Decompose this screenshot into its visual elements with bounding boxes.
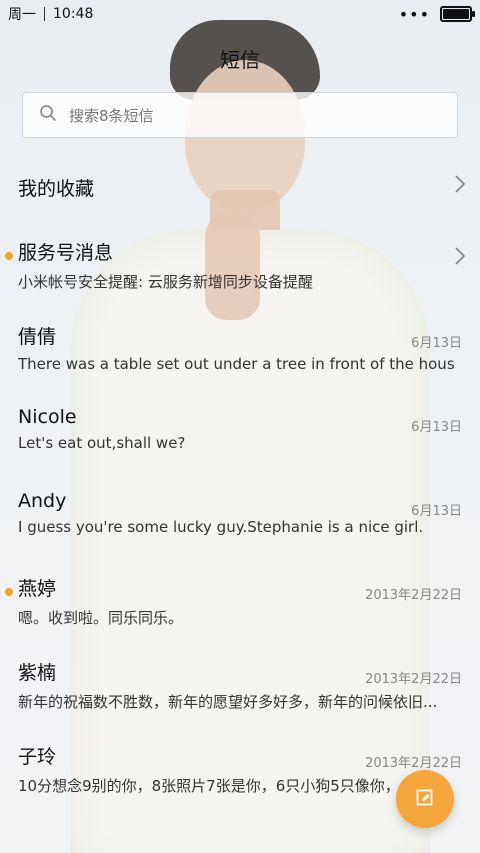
conversation-list: 我的收藏 服务号消息 小米帐号安全提醒: 云服务新增同步设备提醒 倩倩 Ther…	[0, 150, 480, 808]
list-item[interactable]: 紫楠 新年的祝福数不胜数，新年的愿望好多好多，新年的问候依旧... 2013年2…	[0, 640, 480, 724]
favorites-label: 我的收藏	[18, 178, 95, 200]
list-item[interactable]: Andy I guess you're some lucky guy.Steph…	[0, 472, 480, 556]
conversation-preview: There was a table set out under a tree i…	[18, 355, 455, 373]
conversation-date: 6月13日	[411, 336, 462, 351]
conversation-preview: 嗯。收到啦。同乐同乐。	[18, 609, 184, 627]
status-left: 周一 10:48	[8, 4, 93, 24]
conversation-name: Nicole	[18, 406, 77, 428]
conversation-date: 6月13日	[411, 420, 462, 435]
favorites-row[interactable]: 我的收藏	[0, 150, 480, 220]
compose-icon	[415, 787, 435, 811]
search-placeholder: 搜索8条短信	[69, 106, 154, 125]
conversation-name: 服务号消息	[18, 242, 114, 264]
conversation-name: 倩倩	[18, 326, 57, 348]
list-item[interactable]: 燕婷 嗯。收到啦。同乐同乐。 2013年2月22日	[0, 556, 480, 640]
conversation-preview: 新年的祝福数不胜数，新年的愿望好多好多，新年的问候依旧...	[18, 693, 438, 711]
conversation-date: 2013年2月22日	[365, 756, 462, 771]
page-title: 短信	[220, 48, 260, 72]
chevron-right-icon	[454, 246, 466, 270]
search-input[interactable]: 搜索8条短信	[22, 92, 458, 138]
status-more: •••	[398, 4, 430, 24]
status-separator	[44, 7, 45, 21]
list-item[interactable]: 倩倩 There was a table set out under a tre…	[0, 304, 480, 388]
list-item[interactable]: 服务号消息 小米帐号安全提醒: 云服务新增同步设备提醒	[0, 220, 480, 304]
search-icon	[39, 104, 57, 126]
conversation-date: 6月13日	[411, 504, 462, 519]
conversation-date: 2013年2月22日	[365, 672, 462, 687]
unread-dot	[5, 252, 13, 260]
conversation-preview: Let's eat out,shall we?	[18, 434, 186, 452]
conversation-preview: 10分想念9别的你，8张照片7张是你，6只小狗5只像你，	[18, 777, 400, 795]
compose-button[interactable]	[396, 770, 454, 828]
status-right: •••	[398, 4, 475, 24]
battery-fill	[443, 9, 469, 19]
conversation-preview: 小米帐号安全提醒: 云服务新增同步设备提醒	[18, 273, 313, 291]
status-weekday: 周一	[8, 7, 36, 23]
status-time: 10:48	[53, 6, 94, 22]
battery-icon	[440, 6, 475, 22]
conversation-preview: I guess you're some lucky guy.Stephanie …	[18, 518, 424, 536]
status-bar: 周一 10:48 •••	[0, 0, 480, 28]
conversation-date: 2013年2月22日	[365, 588, 462, 603]
chevron-right-icon	[454, 174, 466, 198]
list-item[interactable]: Nicole Let's eat out,shall we? 6月13日	[0, 388, 480, 472]
unread-dot	[5, 588, 13, 596]
conversation-name: Andy	[18, 490, 67, 512]
